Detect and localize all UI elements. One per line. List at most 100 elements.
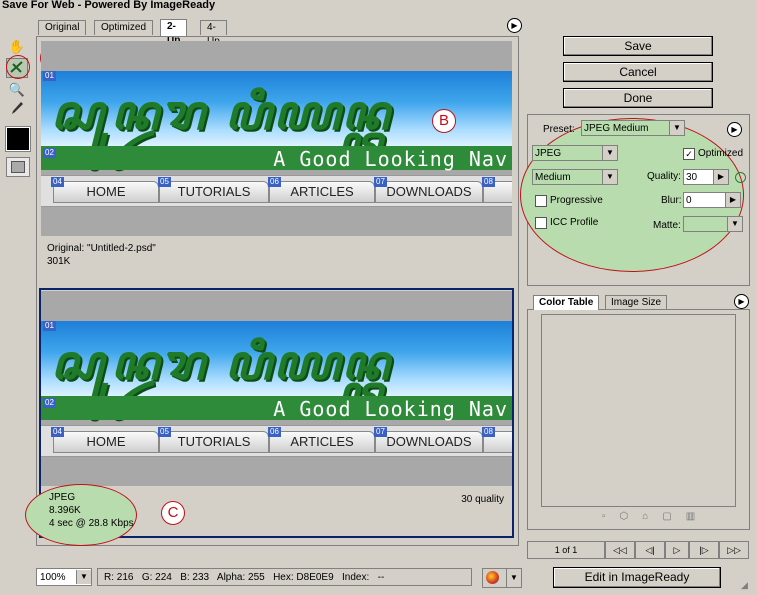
- nav-tutorials-opt: TUTORIALS: [159, 431, 269, 453]
- tab-original[interactable]: Original: [38, 20, 87, 35]
- color-swatch[interactable]: [5, 126, 31, 152]
- annotation-a-ring: [6, 55, 30, 79]
- eyedropper-icon[interactable]: [6, 100, 28, 120]
- hex-value: D8E0E9: [296, 572, 334, 583]
- chevron-down-icon: ▼: [602, 170, 617, 184]
- slice-badge-07: 07: [374, 177, 387, 187]
- quality-level-value: Medium: [535, 172, 571, 183]
- slice-badge-01: 01: [43, 71, 56, 81]
- hand-icon[interactable]: ✋: [6, 37, 28, 57]
- blur-value: 0: [686, 195, 692, 206]
- original-filesize: 301K: [47, 256, 71, 267]
- slice-badge-02: 02: [43, 148, 56, 158]
- done-button[interactable]: Done: [563, 88, 713, 108]
- new-color-icon[interactable]: ▢: [662, 511, 685, 522]
- slice-badge-05-opt: 05: [158, 427, 171, 437]
- progressive-checkbox[interactable]: [535, 195, 547, 207]
- resize-grip-icon[interactable]: ◢: [741, 580, 753, 592]
- quality-link-icon[interactable]: [735, 172, 746, 183]
- icc-profile-label: ICC Profile: [550, 217, 599, 228]
- original-preview-pane[interactable]: ꦱꦸꦤ꧀ꦢꦫ ꦥꦶꦪꦤ꧀ꦠ 01 A Good Looking Nav 02 H…: [41, 41, 512, 236]
- tab-4-up[interactable]: 4-Up: [200, 20, 227, 47]
- annotation-c-label: C: [161, 501, 185, 525]
- b-label: B:: [180, 572, 190, 583]
- format-value: JPEG: [535, 148, 562, 159]
- optimized-info: JPEG 8.396K 4 sec @ 28.8 Kbps 30 quality: [25, 484, 512, 546]
- alpha-value: 255: [248, 572, 265, 583]
- frame-counter: 1 of 1: [527, 541, 605, 559]
- slice-badge-07-opt: 07: [374, 427, 387, 437]
- slice-badge-04: 04: [51, 177, 64, 187]
- slice-badge-05: 05: [158, 177, 171, 187]
- eyedropper-glyph: [12, 102, 23, 114]
- slice-badge-08: 08: [482, 177, 495, 187]
- slice-badge-02-opt: 02: [43, 398, 56, 408]
- next-frame-icon[interactable]: |▷: [689, 541, 719, 559]
- g-value: 224: [155, 572, 172, 583]
- edit-in-imageready-button[interactable]: Edit in ImageReady: [553, 567, 721, 588]
- banner-green-bar-opt: A Good Looking Nav: [41, 396, 512, 421]
- blur-input[interactable]: 0 ▶: [683, 192, 741, 208]
- chevron-right-icon[interactable]: ▶: [713, 170, 728, 184]
- color-readout: R: 216 G: 224 B: 233 Alpha: 255 Hex: D8E…: [97, 568, 472, 586]
- optimized-checkbox[interactable]: ✓: [683, 148, 695, 160]
- hex-label: Hex:: [273, 572, 294, 583]
- browser-icon: [486, 571, 499, 584]
- view-menu-icon[interactable]: ▶: [507, 18, 522, 33]
- browser-preview-button[interactable]: ▼: [482, 568, 522, 588]
- lock-color-icon[interactable]: ⌂: [642, 511, 662, 522]
- original-info: Original: "Untitled-2.psd" 301K: [41, 240, 512, 284]
- window-title: Save For Web - Powered By ImageReady: [2, 0, 216, 11]
- matte-select[interactable]: ▼: [683, 216, 743, 232]
- first-frame-icon[interactable]: ◁◁: [605, 541, 635, 559]
- web-snap-icon[interactable]: ▫: [602, 511, 620, 522]
- chevron-right-icon[interactable]: ▶: [725, 193, 740, 207]
- quality-level-select[interactable]: Medium ▼: [532, 169, 618, 185]
- format-select[interactable]: JPEG ▼: [532, 145, 618, 161]
- tab-color-table[interactable]: Color Table: [533, 295, 600, 310]
- tab-image-size[interactable]: Image Size: [605, 295, 668, 310]
- preset-select[interactable]: JPEG Medium ▼: [581, 120, 685, 136]
- zoom-icon[interactable]: 🔍: [6, 80, 28, 100]
- settings-menu-icon[interactable]: ▶: [727, 122, 742, 137]
- tab-optimized[interactable]: Optimized: [94, 20, 154, 35]
- optimized-label: Optimized: [698, 148, 744, 159]
- delete-color-icon[interactable]: ▥: [686, 511, 709, 522]
- browser-window-icon: [11, 161, 25, 173]
- slice-badge-01-opt: 01: [43, 321, 56, 331]
- color-table-grid[interactable]: [541, 314, 736, 507]
- chevron-down-icon: ▼: [76, 570, 91, 584]
- play-icon[interactable]: ▷: [665, 541, 689, 559]
- save-button[interactable]: Save: [563, 36, 713, 56]
- cancel-button[interactable]: Cancel: [563, 62, 713, 82]
- slice-badge-06: 06: [268, 177, 281, 187]
- chevron-down-icon[interactable]: ▼: [506, 569, 521, 587]
- optimized-filesize: 8.396K: [49, 505, 81, 516]
- last-frame-icon[interactable]: ▷▷: [719, 541, 749, 559]
- progressive-label: Progressive: [550, 195, 603, 206]
- original-filename: Original: "Untitled-2.psd": [47, 243, 156, 254]
- icc-profile-checkbox[interactable]: [535, 217, 547, 229]
- nav-downloads-opt: DOWNLOADS: [375, 431, 483, 453]
- annotation-b-label: B: [432, 109, 456, 133]
- optimized-preview-pane[interactable]: ꦱꦸꦤ꧀ꦢꦫ ꦥꦶꦪꦤ꧀ꦠ 01 A Good Looking Nav 02 H…: [41, 291, 512, 486]
- preview-in-browser-button[interactable]: [6, 157, 30, 177]
- zoom-select[interactable]: 100% ▼: [36, 568, 92, 586]
- color-table-menu-icon[interactable]: ▶: [734, 294, 749, 309]
- annotation-c-ring: [25, 484, 137, 546]
- previous-frame-icon[interactable]: ◁|: [635, 541, 665, 559]
- title-bar: Save For Web - Powered By ImageReady: [0, 0, 757, 14]
- color-table-icons: ▫⬡⌂▢▥: [602, 511, 732, 523]
- nav-tutorials: TUTORIALS: [159, 181, 269, 203]
- r-label: R:: [104, 572, 114, 583]
- preset-label: Preset:: [543, 124, 575, 135]
- slice-badge-08-opt: 08: [482, 427, 495, 437]
- quality-label: Quality:: [647, 171, 681, 182]
- g-label: G:: [141, 572, 153, 583]
- web-safe-icon[interactable]: ⬡: [620, 511, 643, 522]
- index-label: Index:: [342, 572, 370, 583]
- tab-2-up[interactable]: 2-Up: [160, 19, 188, 46]
- optimized-download-time: 4 sec @ 28.8 Kbps: [49, 518, 134, 529]
- blur-label: Blur:: [661, 195, 682, 206]
- quality-input[interactable]: 30 ▶: [683, 169, 729, 185]
